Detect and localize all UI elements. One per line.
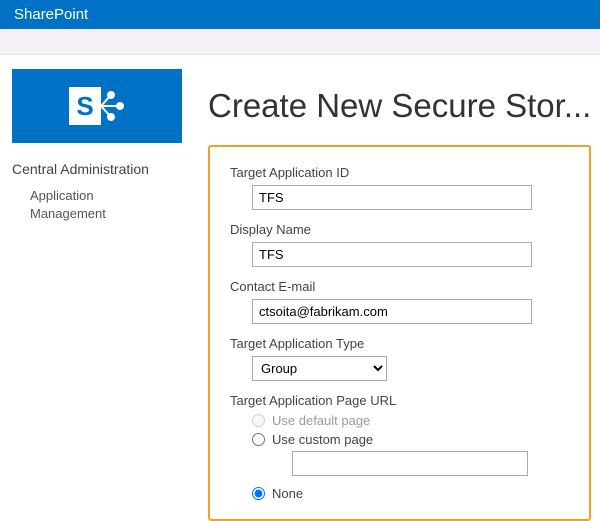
label-target-app-id: Target Application ID: [230, 165, 569, 180]
nav-central-administration[interactable]: Central Administration: [12, 161, 208, 177]
label-target-app-page-url: Target Application Page URL: [230, 393, 569, 408]
content-area: S Central Administration Application Man…: [0, 55, 600, 521]
sharepoint-logo: S: [12, 69, 182, 143]
radio-label-use-custom-page: Use custom page: [272, 432, 373, 447]
radio-row-use-default-page[interactable]: Use default page: [252, 413, 569, 428]
radio-none[interactable]: [252, 487, 265, 500]
input-custom-page-url[interactable]: [292, 451, 528, 476]
input-contact-email[interactable]: [252, 299, 532, 324]
radio-use-custom-page[interactable]: [252, 433, 265, 446]
svg-text:S: S: [76, 91, 93, 121]
radio-label-none: None: [272, 486, 303, 501]
sharepoint-logo-icon: S: [67, 81, 127, 131]
label-contact-email: Contact E-mail: [230, 279, 569, 294]
left-column: S Central Administration Application Man…: [12, 69, 208, 521]
input-target-app-id[interactable]: [252, 185, 532, 210]
label-target-app-type: Target Application Type: [230, 336, 569, 351]
input-display-name[interactable]: [252, 242, 532, 267]
right-column: Create New Secure Stor... Target Applica…: [208, 69, 591, 521]
select-target-app-type[interactable]: Group: [252, 356, 387, 381]
ribbon-strip: [0, 29, 600, 55]
suite-brand: SharePoint: [14, 6, 88, 23]
radio-row-use-custom-page[interactable]: Use custom page: [252, 432, 569, 447]
nav-application-management[interactable]: Application Management: [12, 187, 132, 222]
label-display-name: Display Name: [230, 222, 569, 237]
page-title: Create New Secure Stor...: [208, 87, 591, 125]
form-panel: Target Application ID Display Name Conta…: [208, 145, 591, 521]
suite-bar: SharePoint: [0, 0, 600, 29]
radio-label-use-default-page: Use default page: [272, 413, 370, 428]
radio-row-none[interactable]: None: [252, 486, 569, 501]
radio-use-default-page[interactable]: [252, 414, 265, 427]
